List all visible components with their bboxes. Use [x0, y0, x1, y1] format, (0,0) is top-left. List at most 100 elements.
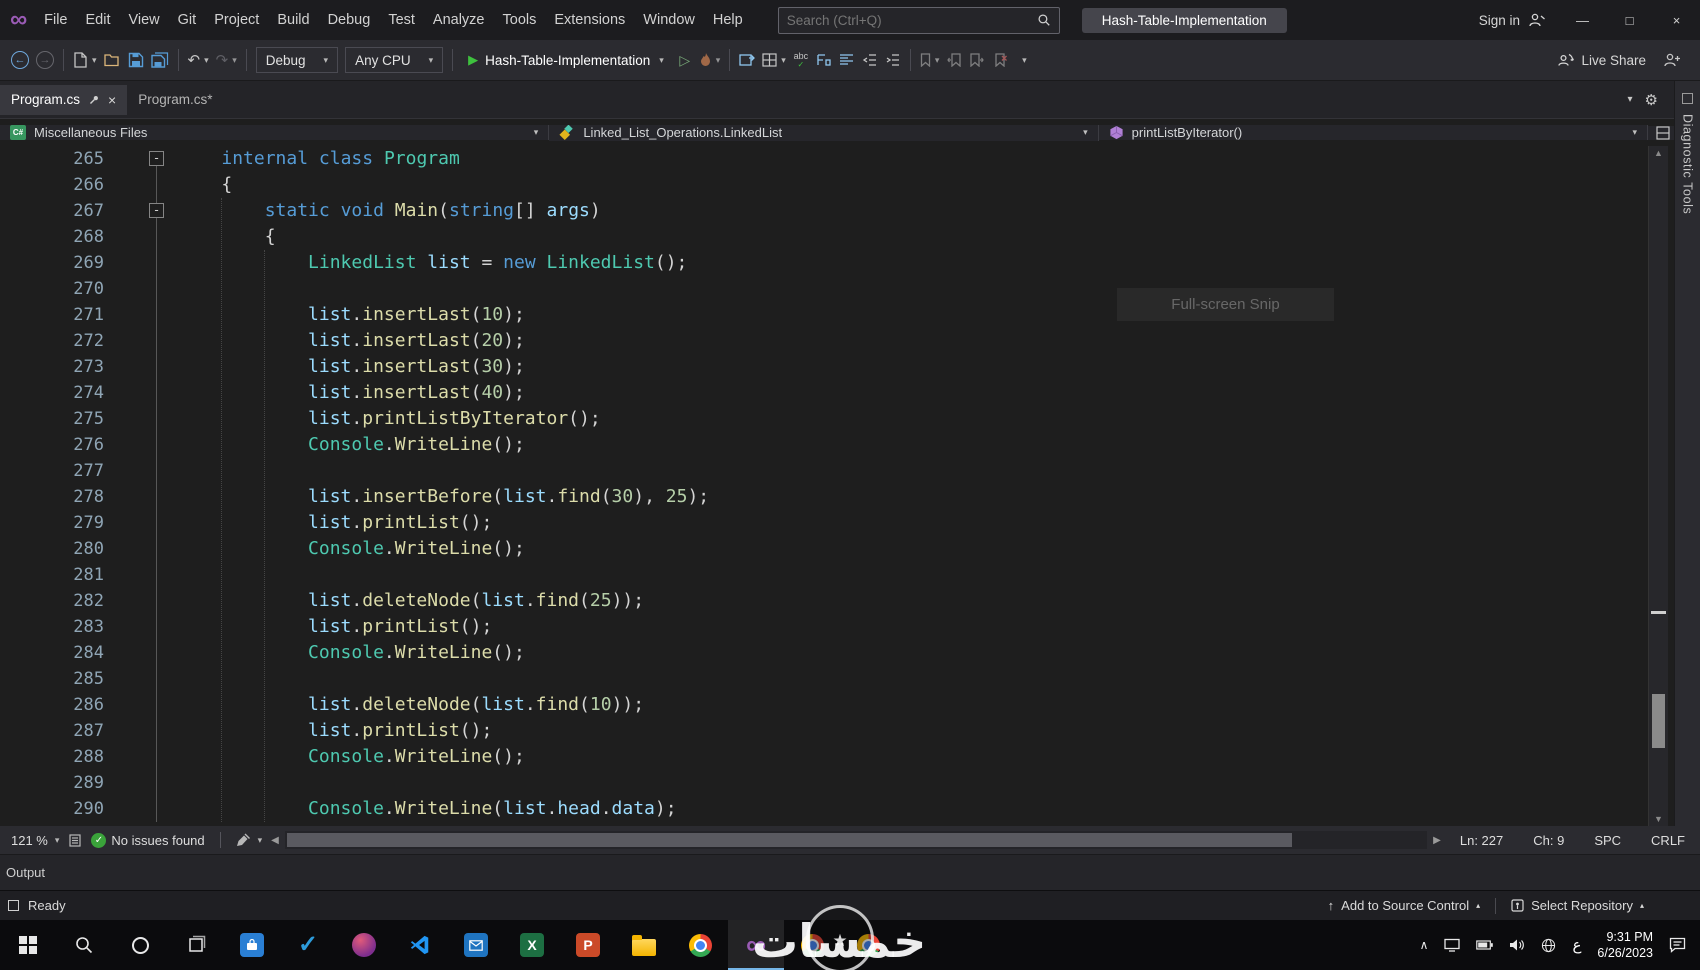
tray-hidden-icons-icon[interactable]: ∧ — [1420, 938, 1429, 952]
taskbar-photos-app-icon[interactable] — [336, 920, 392, 970]
line-number[interactable]: 284 — [0, 640, 122, 666]
fold-collapse-icon[interactable]: - — [149, 203, 164, 218]
menu-debug[interactable]: Debug — [319, 12, 380, 28]
taskbar-search-icon[interactable] — [56, 920, 112, 970]
code-line[interactable]: 265 - internal class Program — [0, 146, 1648, 172]
solution-platform-dropdown[interactable]: Any CPU ▾ — [345, 47, 444, 73]
horizontal-scrollbar-thumb[interactable] — [286, 833, 1293, 847]
code-line[interactable]: 277 — [0, 458, 1648, 484]
line-ending-indicator[interactable]: CRLF — [1636, 833, 1700, 848]
new-window-icon[interactable] — [736, 47, 758, 73]
line-number[interactable]: 265 — [0, 146, 122, 172]
increase-indent-icon[interactable] — [882, 47, 904, 73]
menu-test[interactable]: Test — [379, 12, 424, 28]
quick-search-box[interactable] — [777, 6, 1060, 34]
menu-git[interactable]: Git — [169, 12, 206, 28]
taskbar-start-icon[interactable] — [0, 920, 56, 970]
code-line[interactable]: 269 LinkedList list = new LinkedList(); — [0, 250, 1648, 276]
toolbar-overflow-chevron-icon[interactable]: ▾ — [1012, 47, 1034, 73]
line-number[interactable]: 266 — [0, 172, 122, 198]
pin-icon[interactable] — [88, 94, 100, 106]
language-indicator[interactable]: ع — [1572, 936, 1581, 954]
code-line[interactable]: 283 list.printList(); — [0, 614, 1648, 640]
previous-bookmark-icon[interactable] — [943, 47, 965, 73]
menu-file[interactable]: File — [35, 12, 76, 28]
decrease-indent-icon[interactable] — [859, 47, 881, 73]
scroll-left-icon[interactable]: ◀ — [267, 835, 283, 846]
fold-margin[interactable] — [122, 380, 178, 406]
add-participant-icon[interactable] — [1660, 47, 1684, 73]
taskbar-file-explorer-icon[interactable] — [616, 920, 672, 970]
fold-margin[interactable] — [122, 666, 178, 692]
scroll-up-icon[interactable]: ▲ — [1649, 148, 1668, 158]
fold-margin[interactable] — [122, 614, 178, 640]
code-line[interactable]: 289 — [0, 770, 1648, 796]
fold-margin[interactable] — [122, 406, 178, 432]
taskbar-cortana-icon[interactable] — [112, 920, 168, 970]
fold-margin[interactable]: - — [122, 198, 178, 224]
document-list-chevron-icon[interactable]: ▾ — [1628, 94, 1633, 105]
column-indicator[interactable]: Ch: 9 — [1518, 833, 1579, 848]
taskbar-chrome-icon[interactable] — [672, 920, 728, 970]
line-indicator[interactable]: Ln: 227 — [1445, 833, 1518, 848]
fold-margin[interactable] — [122, 172, 178, 198]
line-number[interactable]: 275 — [0, 406, 122, 432]
line-number[interactable]: 268 — [0, 224, 122, 250]
maximize-button[interactable]: □ — [1606, 0, 1653, 40]
line-number[interactable]: 288 — [0, 744, 122, 770]
fold-margin[interactable] — [122, 744, 178, 770]
fold-margin[interactable] — [122, 562, 178, 588]
settings-gear-icon[interactable]: ⚙ — [1645, 91, 1658, 109]
start-without-debugging-icon[interactable]: ▷ — [674, 47, 696, 73]
whitespace-indicator[interactable]: SPC — [1579, 833, 1636, 848]
line-number[interactable]: 267 — [0, 198, 122, 224]
code-line[interactable]: 285 — [0, 666, 1648, 692]
output-panel-header[interactable]: Output — [0, 854, 1700, 890]
code-line[interactable]: 270 — [0, 276, 1648, 302]
line-number[interactable]: 272 — [0, 328, 122, 354]
menu-build[interactable]: Build — [268, 12, 318, 28]
fold-margin[interactable] — [122, 510, 178, 536]
project-dropdown[interactable]: C# Miscellaneous Files ▾ — [0, 125, 550, 140]
line-number[interactable]: 274 — [0, 380, 122, 406]
code-line[interactable]: 288 Console.WriteLine(); — [0, 744, 1648, 770]
fold-margin[interactable] — [122, 224, 178, 250]
tab-program.cs[interactable]: Program.cs* — [127, 85, 223, 115]
taskbar-store-app-icon[interactable] — [224, 920, 280, 970]
line-number[interactable]: 278 — [0, 484, 122, 510]
type-dropdown[interactable]: Linked_List_Operations.LinkedList ▾ — [549, 124, 1099, 141]
fold-margin[interactable] — [122, 328, 178, 354]
line-number[interactable]: 277 — [0, 458, 122, 484]
scroll-down-icon[interactable]: ▼ — [1649, 814, 1668, 824]
code-line[interactable]: 279 list.printList(); — [0, 510, 1648, 536]
taskbar-task-view-icon[interactable] — [168, 920, 224, 970]
fold-margin[interactable] — [122, 796, 178, 822]
split-window-icon[interactable] — [1656, 125, 1670, 140]
next-bookmark-icon[interactable] — [966, 47, 988, 73]
line-number[interactable]: 270 — [0, 276, 122, 302]
undo-icon[interactable]: ↶ ▾ — [185, 47, 212, 73]
menu-edit[interactable]: Edit — [76, 12, 119, 28]
line-number[interactable]: 289 — [0, 770, 122, 796]
code-line[interactable]: 287 list.printList(); — [0, 718, 1648, 744]
solution-configuration-dropdown[interactable]: Debug ▾ — [255, 47, 339, 73]
fold-margin[interactable] — [122, 432, 178, 458]
scroll-right-icon[interactable]: ▶ — [1429, 835, 1445, 846]
document-outline-icon[interactable] — [64, 833, 86, 847]
save-icon[interactable] — [125, 47, 147, 73]
display-grid-icon[interactable]: ▾ — [759, 47, 789, 73]
menu-help[interactable]: Help — [704, 12, 752, 28]
line-number[interactable]: 269 — [0, 250, 122, 276]
close-tab-icon[interactable]: × — [108, 93, 116, 107]
code-line[interactable]: 278 list.insertBefore(list.find(30), 25)… — [0, 484, 1648, 510]
code-editor[interactable]: 265 - internal class Program 266 {267 - sta… — [0, 146, 1648, 826]
tray-display-icon[interactable] — [1444, 938, 1461, 952]
vertical-scrollbar[interactable]: ▲ ▼ — [1648, 146, 1668, 826]
code-cleanup-button[interactable]: ▾ — [231, 833, 268, 847]
redo-icon[interactable]: ↷ ▾ — [213, 47, 240, 73]
fold-margin[interactable] — [122, 276, 178, 302]
code-line[interactable]: 290 Console.WriteLine(list.head.data); — [0, 796, 1648, 822]
fold-margin[interactable] — [122, 770, 178, 796]
action-center-icon[interactable] — [1669, 937, 1686, 953]
tray-speaker-icon[interactable] — [1509, 938, 1525, 952]
